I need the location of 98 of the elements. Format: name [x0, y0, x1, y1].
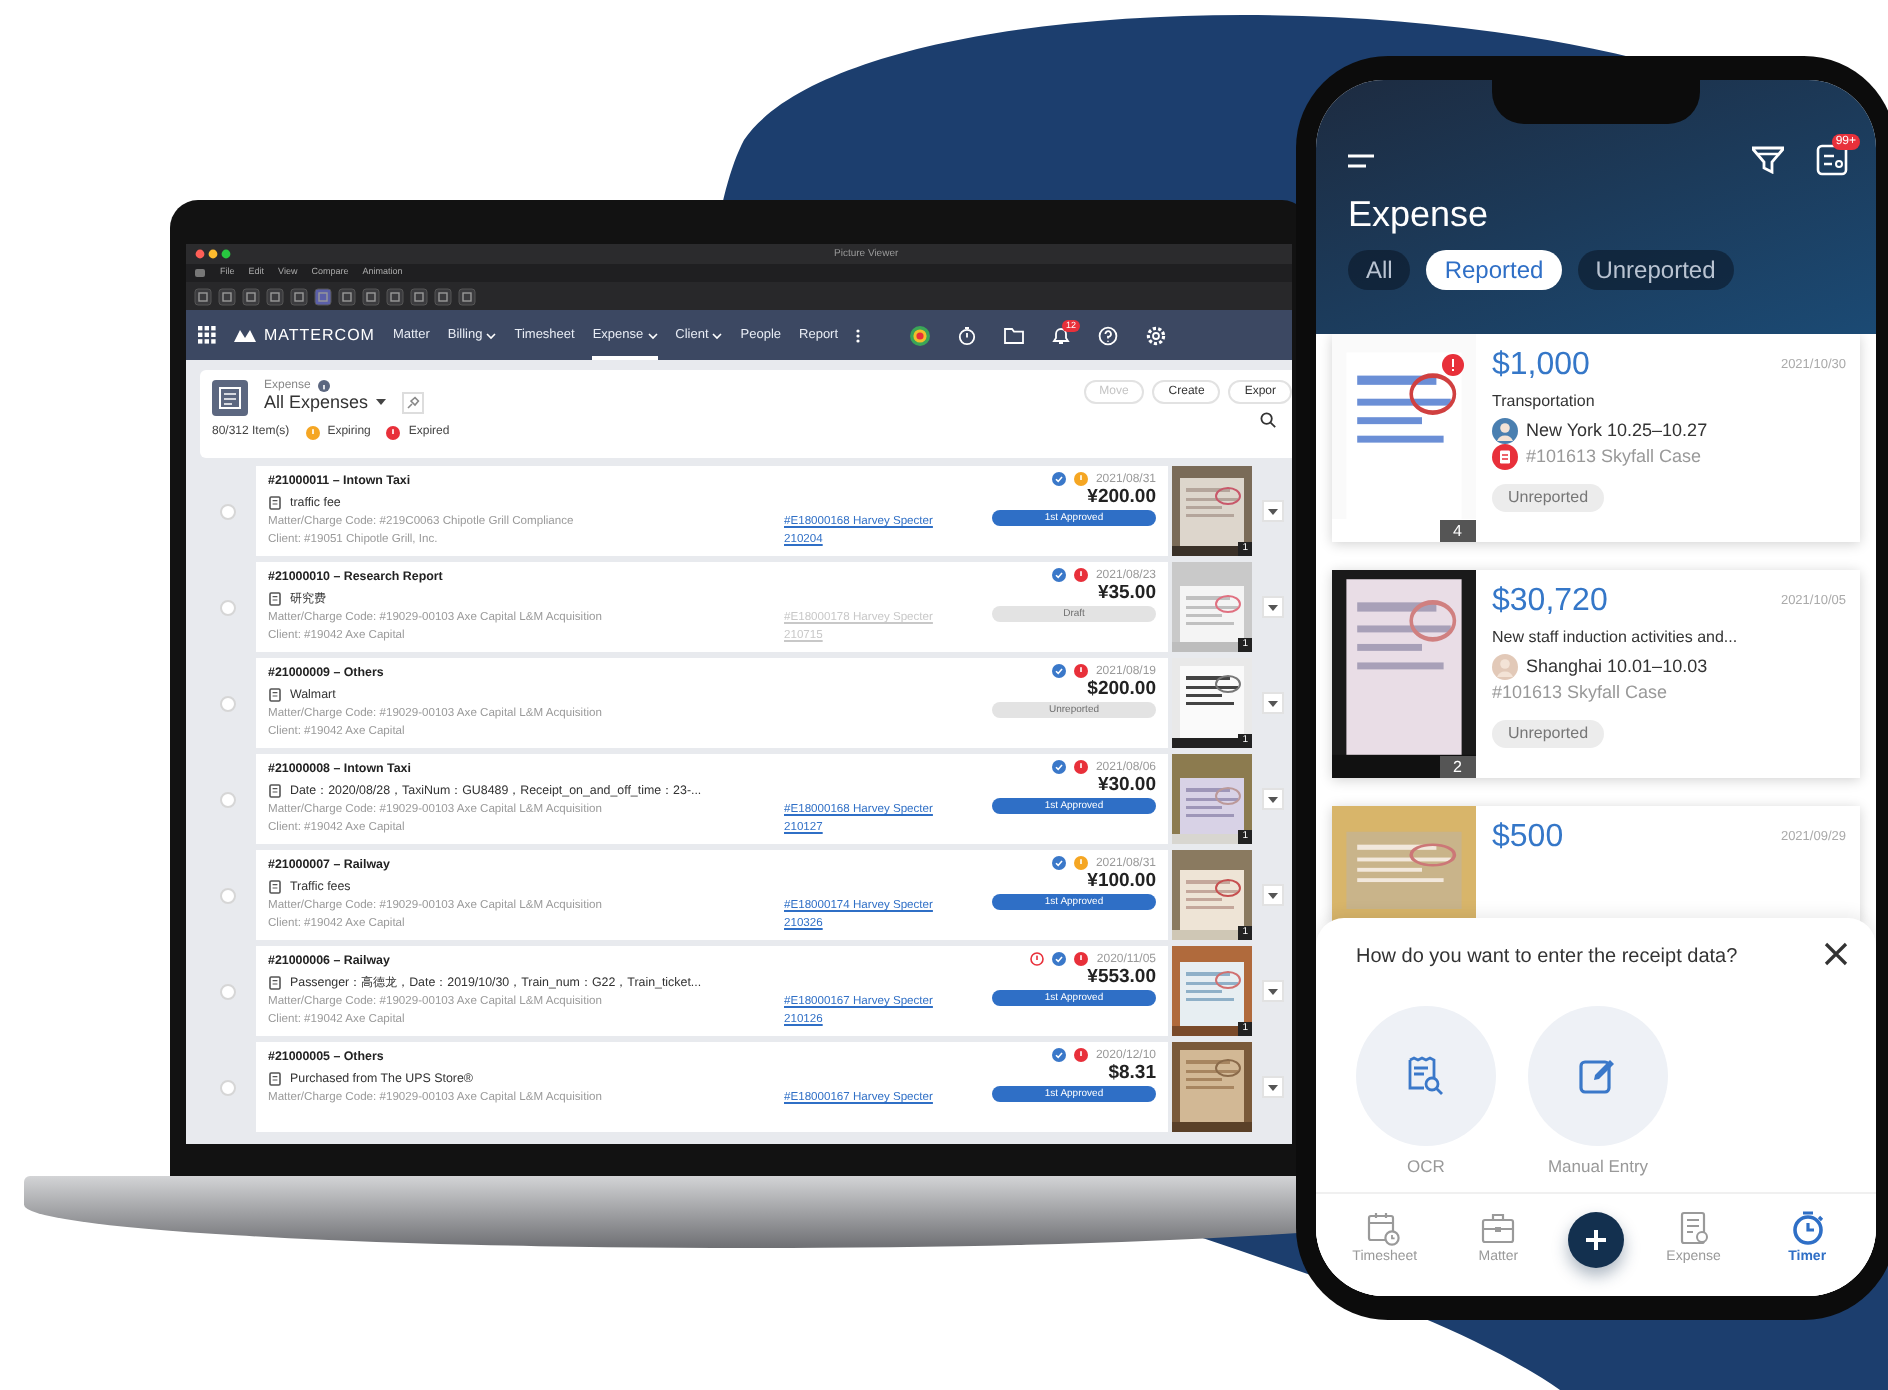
- app-icon: [194, 268, 206, 278]
- check-circle-icon: [1051, 568, 1066, 582]
- chevron-icon: [486, 331, 497, 339]
- caret-icon: [1267, 891, 1277, 899]
- trip-name: New York 10.25–10.27: [1526, 417, 1708, 444]
- receipt-icon: [268, 592, 282, 606]
- caret-icon: [1267, 795, 1277, 803]
- expense-category: New staff induction activities and...: [1492, 625, 1740, 650]
- status-badge: Unreported: [1492, 483, 1605, 512]
- row-radio[interactable]: [220, 599, 236, 615]
- apps-grid-icon[interactable]: [198, 326, 216, 344]
- check-circle-icon: [1051, 472, 1066, 486]
- filter-tab[interactable]: Unreported: [1577, 250, 1734, 291]
- caret-icon: [1267, 699, 1277, 707]
- check-circle-icon: [1051, 1048, 1066, 1062]
- briefcase-icon: [1480, 1209, 1517, 1246]
- check-circle-icon: [1051, 856, 1066, 870]
- expense-amount: ¥100.00: [1085, 872, 1156, 893]
- expense-list-icon: [212, 380, 248, 416]
- receipt-icon: [268, 976, 282, 990]
- expense-card[interactable]: [256, 754, 1168, 844]
- receipt-icon: [1675, 1209, 1712, 1246]
- row-menu-button[interactable]: [1261, 692, 1283, 714]
- close-icon[interactable]: [1824, 942, 1848, 967]
- plus-icon: [1583, 1227, 1608, 1251]
- trip-name: Shanghai 10.01–10.03: [1526, 653, 1708, 680]
- edit-icon: [1578, 1056, 1618, 1097]
- receipt-icon: [268, 1072, 282, 1086]
- option-label: OCR: [1407, 1154, 1445, 1180]
- receipt-icon: [268, 688, 282, 702]
- expense-amount: $500: [1492, 820, 1564, 856]
- case-name: #101613 Skyfall Case: [1492, 679, 1668, 706]
- bell-icon[interactable]: [1052, 325, 1071, 345]
- avatar-icon: [1492, 417, 1518, 444]
- check-circle-icon: [1051, 760, 1066, 774]
- window-controls-icon: [194, 248, 234, 260]
- expense-amount: $200.00: [1085, 680, 1156, 701]
- menu-icon[interactable]: [1348, 151, 1376, 169]
- row-menu-button[interactable]: [1261, 788, 1283, 810]
- filter-tab[interactable]: Reported: [1426, 250, 1562, 291]
- caret-icon: [1267, 507, 1277, 515]
- chevron-icon: [647, 331, 658, 339]
- expense-amount: $8.31: [1106, 1064, 1156, 1085]
- receipt-search-icon: [1406, 1056, 1446, 1097]
- option-label: Manual Entry: [1547, 1154, 1649, 1180]
- stopwatch-icon: [1789, 1209, 1826, 1246]
- info-icon: [318, 380, 331, 392]
- row-menu-button[interactable]: [1261, 500, 1283, 522]
- receipt-icon: [268, 784, 282, 798]
- expense-amount: $1,000: [1492, 348, 1590, 384]
- row-menu-button[interactable]: [1261, 884, 1283, 906]
- expense-amount: ¥553.00: [1085, 968, 1156, 989]
- search-icon[interactable]: [1260, 412, 1276, 428]
- row-radio[interactable]: [220, 1079, 236, 1095]
- brand-name: MATTERCOM: [264, 323, 375, 347]
- chevron-icon: [712, 331, 723, 339]
- app-logo-icon[interactable]: [910, 325, 931, 345]
- sheet-question: How do you want to enter the receipt data?: [1356, 944, 1740, 973]
- check-circle-icon: [1051, 664, 1066, 678]
- row-radio[interactable]: [220, 983, 236, 999]
- caret-icon: [376, 398, 387, 407]
- status-badge: Unreported: [1492, 719, 1605, 748]
- row-menu-button[interactable]: [1261, 596, 1283, 618]
- case-name: #101613 Skyfall Case: [1526, 443, 1702, 470]
- row-radio[interactable]: [220, 503, 236, 519]
- caret-icon: [1267, 1083, 1277, 1091]
- row-menu-button[interactable]: [1261, 980, 1283, 1002]
- expense-amount: ¥200.00: [1085, 488, 1156, 509]
- help-icon[interactable]: [1098, 325, 1119, 345]
- folder-icon[interactable]: [1004, 326, 1025, 344]
- expense-amount: $30,720: [1492, 584, 1608, 620]
- logo-icon: [234, 328, 256, 342]
- expense-amount: ¥30.00: [1095, 776, 1156, 797]
- filter-tab[interactable]: All: [1348, 250, 1411, 291]
- pin-icon: [406, 396, 421, 410]
- timer-icon[interactable]: [958, 325, 977, 345]
- receipt-icon: [268, 496, 282, 510]
- screen-title: Expense: [1348, 196, 1491, 232]
- row-radio[interactable]: [220, 887, 236, 903]
- expense-category: Transportation: [1492, 389, 1597, 414]
- caret-icon: [1267, 987, 1277, 995]
- inbox-icon[interactable]: [1816, 144, 1848, 176]
- add-button[interactable]: [1567, 1211, 1624, 1267]
- settings-icon[interactable]: [1146, 325, 1167, 345]
- filter-icon[interactable]: [1752, 146, 1784, 174]
- row-menu-button[interactable]: [1261, 1076, 1283, 1098]
- view-selector[interactable]: All Expenses: [264, 393, 387, 413]
- more-icon[interactable]: [856, 327, 861, 343]
- expense-card[interactable]: [256, 946, 1168, 1036]
- row-radio[interactable]: [220, 695, 236, 711]
- pin-button[interactable]: [402, 392, 425, 414]
- check-circle-icon: [1052, 952, 1067, 966]
- receipt-icon: [268, 880, 282, 894]
- caret-icon: [1267, 603, 1277, 611]
- calendar-clock-icon: [1366, 1209, 1403, 1246]
- expense-amount: ¥35.00: [1095, 584, 1156, 605]
- row-radio[interactable]: [220, 791, 236, 807]
- avatar-icon: [1492, 653, 1518, 680]
